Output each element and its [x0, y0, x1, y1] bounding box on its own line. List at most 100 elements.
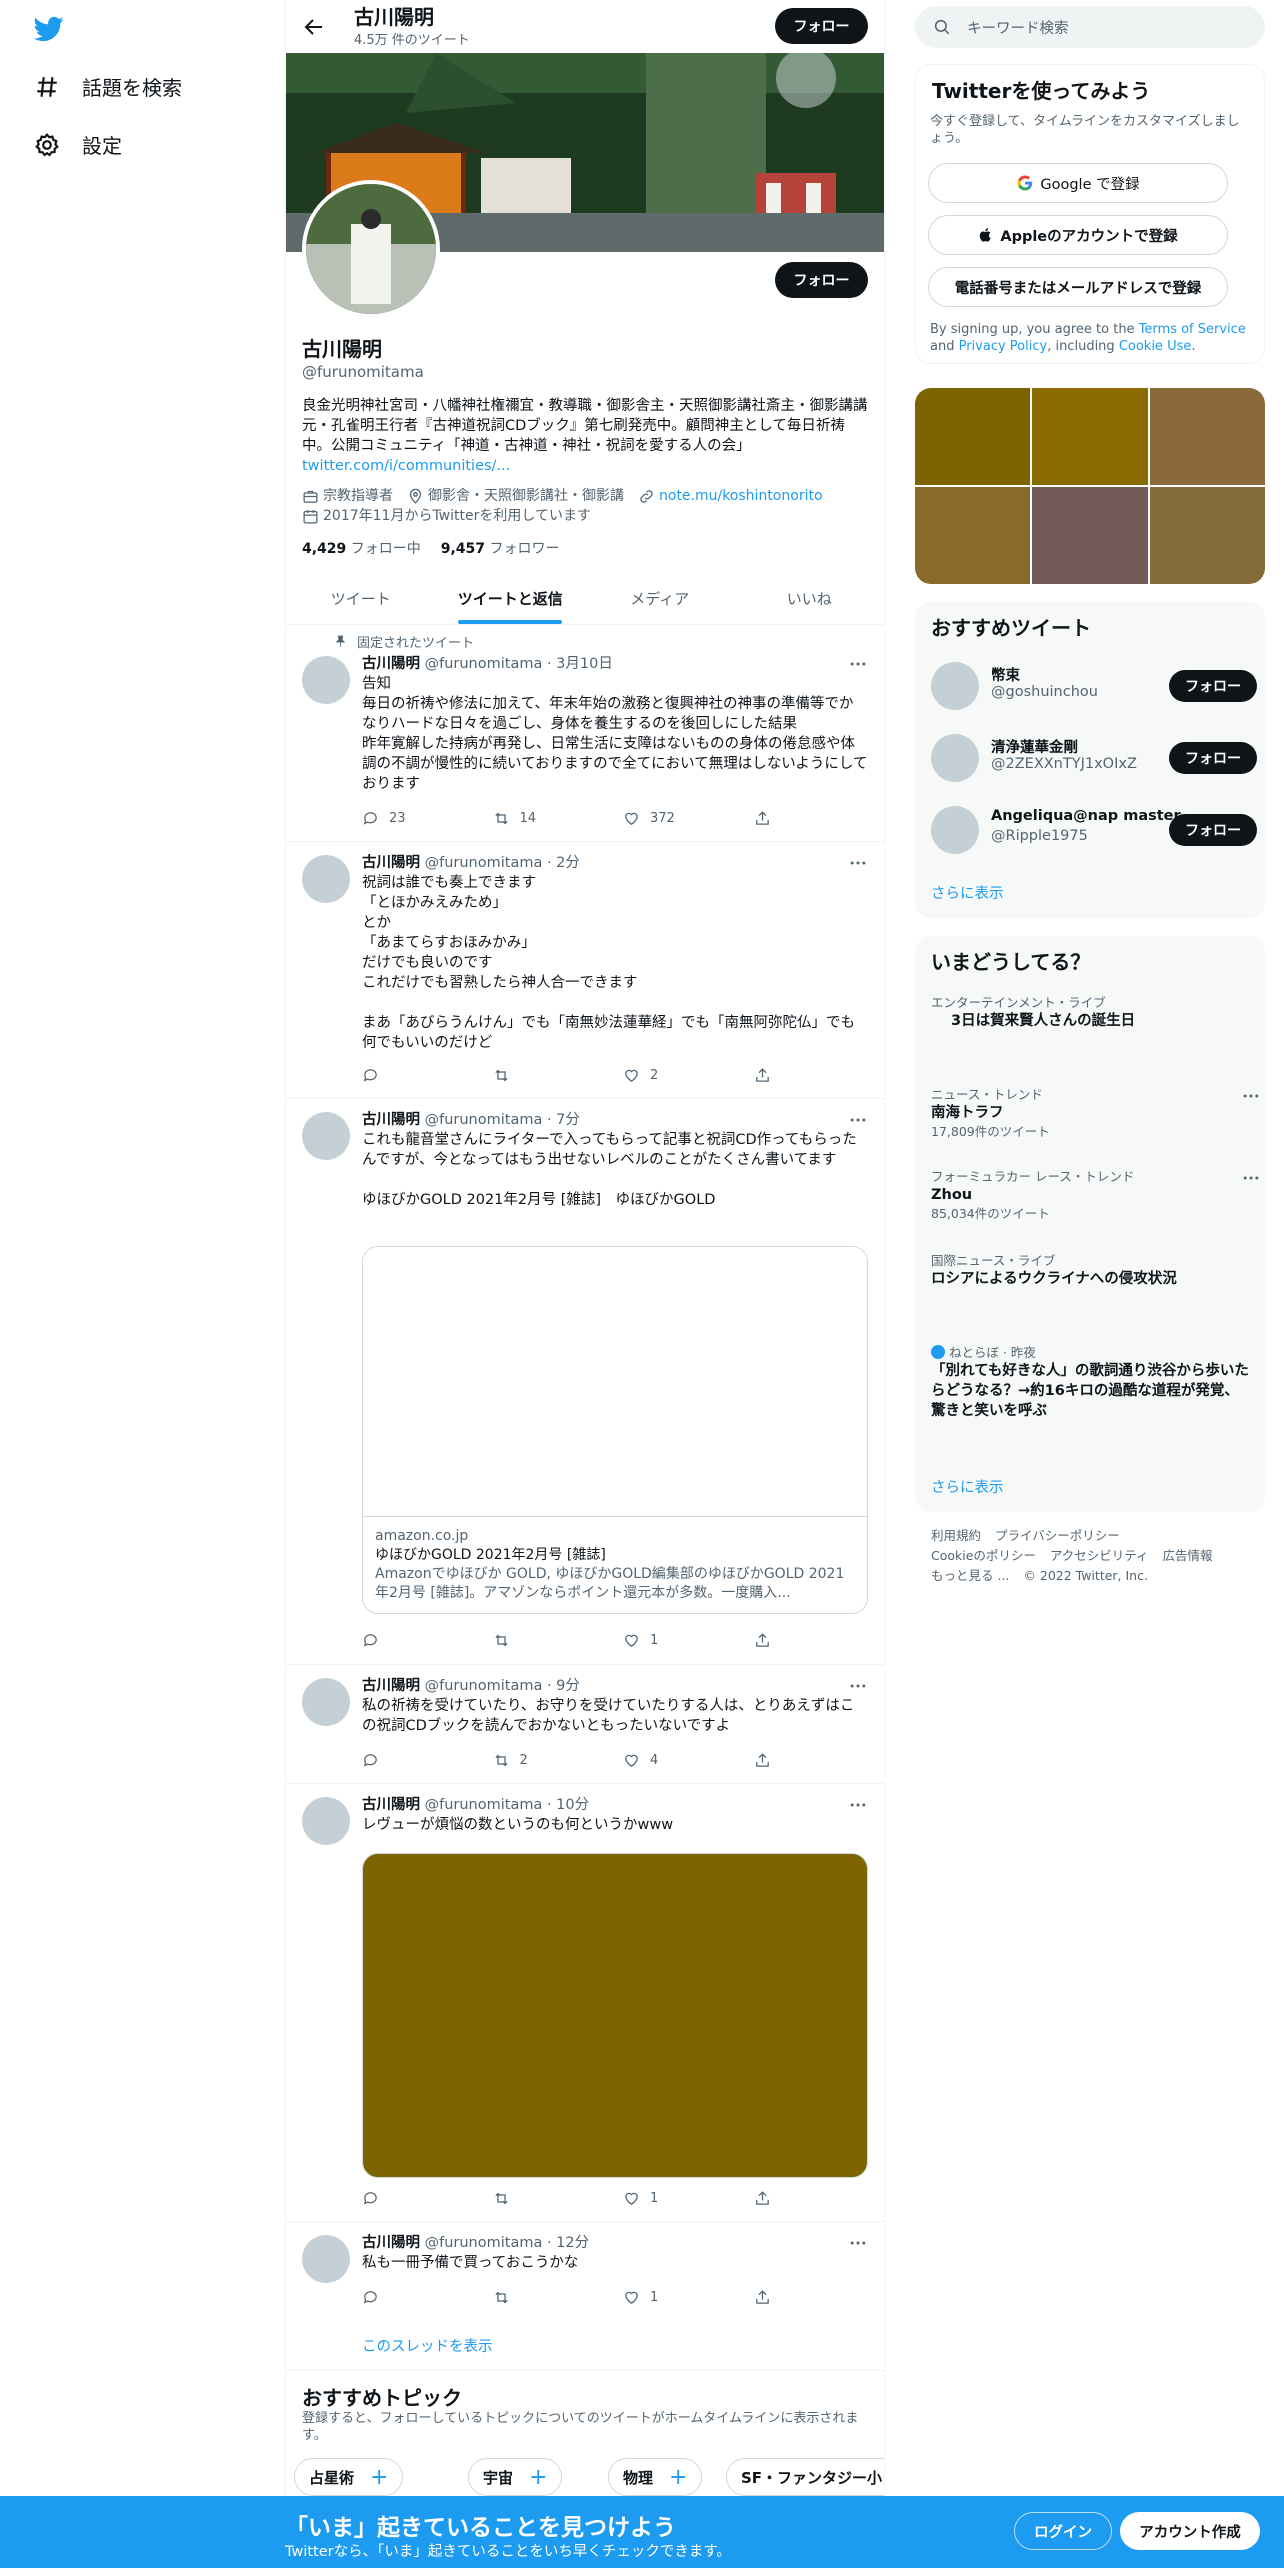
search-input[interactable]: キーワード検索 [915, 6, 1265, 48]
tweet-author-name[interactable]: 古川陽明 [362, 855, 420, 871]
like-button[interactable]: 1 [623, 2190, 754, 2207]
followers-stat[interactable]: 9,457 フォロワー [441, 538, 560, 558]
share-button[interactable] [754, 1632, 885, 1649]
recommended-account[interactable]: 幣束 @goshuinchou フォロー [931, 656, 1257, 716]
trend-item[interactable]: エンターテインメント・ライブ 3日は賀来賢人さんの誕生日 [931, 994, 1251, 1031]
profile-follow-button[interactable]: フォロー [775, 262, 868, 298]
tweet[interactable]: 古川陽明 @furunomitama · 10分 レヴューが煩悩の数というのも何… [286, 1785, 884, 2222]
nav-explore[interactable]: 話題を検索 [34, 72, 182, 101]
media-thumbnail[interactable] [915, 388, 1031, 485]
trend-item[interactable]: フォーミュラカー レース・トレンド Zhou 85,034件のツイート [931, 1168, 1259, 1222]
tweet[interactable]: 古川陽明 @furunomitama · 7分 これも龍音堂さんにライターで入っ… [286, 1100, 884, 1665]
media-thumbnail[interactable] [1032, 388, 1148, 485]
tweet[interactable]: 古川陽明 @furunomitama · 9分 私の祈祷を受けていたり、お守りを… [286, 1666, 884, 1784]
tweet-author-name[interactable]: 古川陽明 [362, 656, 420, 672]
create-account-button[interactable]: アカウント作成 [1120, 2512, 1260, 2550]
tab-tweets[interactable]: ツイート [286, 572, 436, 624]
recs-show-more-link[interactable]: さらに表示 [931, 882, 1004, 903]
media-thumbnail[interactable] [1032, 487, 1148, 584]
trend-item[interactable]: ねとらぼ · 昨夜 「別れても好きな人」の歌詞通り渋谷から歩いたらどうなる？→約… [931, 1344, 1251, 1421]
like-button[interactable]: 1 [623, 2289, 754, 2306]
reply-button[interactable] [362, 1067, 493, 1084]
link-card[interactable]: amazon.co.jp ゆほびかGOLD 2021年2月号 [雑誌] Amaz… [362, 1246, 868, 1614]
topic-chip[interactable]: 物理 + [608, 2458, 703, 2496]
reply-button[interactable] [362, 2289, 493, 2306]
reply-button[interactable] [362, 1632, 493, 1649]
login-button[interactable]: ログイン [1014, 2512, 1112, 2550]
nav-settings[interactable]: 設定 [34, 130, 122, 159]
tweet-avatar[interactable] [302, 1112, 350, 1160]
topic-chip[interactable]: SF・ファンタジー小 [726, 2458, 884, 2496]
more-options-icon[interactable] [1241, 1086, 1261, 1106]
google-signup-button[interactable]: Google で登録 [928, 163, 1228, 203]
topic-chip[interactable]: 宇宙 + [468, 2458, 563, 2496]
tweet-author-name[interactable]: 古川陽明 [362, 2235, 420, 2251]
retweet-button[interactable] [493, 1632, 624, 1649]
privacy-link[interactable]: Privacy Policy [959, 339, 1048, 354]
tweet-avatar[interactable] [302, 1678, 350, 1726]
terms-link[interactable]: Terms of Service [1139, 322, 1246, 337]
footer-accessibility-link[interactable]: アクセシビリティ [1050, 1548, 1149, 1563]
media-thumbnail[interactable] [915, 487, 1031, 584]
more-options-icon[interactable] [1241, 1168, 1261, 1188]
account-follow-button[interactable]: フォロー [1169, 742, 1257, 774]
retweet-button[interactable] [493, 1067, 624, 1084]
reply-button[interactable] [362, 1752, 493, 1769]
retweet-button[interactable] [493, 2289, 624, 2306]
show-thread-link[interactable]: このスレッドを表示 [362, 2335, 493, 2356]
share-button[interactable] [754, 1752, 885, 1769]
following-stat[interactable]: 4,429 フォロー中 [302, 538, 421, 558]
tweet-avatar[interactable] [302, 656, 350, 704]
footer-cookie-link[interactable]: Cookieのポリシー [931, 1548, 1036, 1563]
topic-chip[interactable]: 占星術 + [294, 2458, 404, 2496]
like-button[interactable]: 4 [623, 1752, 754, 1769]
trend-item[interactable]: ニュース・トレンド 南海トラフ 17,809件のツイート [931, 1086, 1259, 1140]
cookie-link[interactable]: Cookie Use [1119, 339, 1192, 354]
media-thumbnail[interactable] [1149, 388, 1265, 485]
phone-email-signup-button[interactable]: 電話番号またはメールアドレスで登録 [928, 267, 1228, 307]
footer-terms-link[interactable]: 利用規約 [931, 1528, 981, 1543]
recommended-account[interactable]: 清浄蓮華金剛 @2ZEXXnTYJ1xOIxZ フォロー [931, 728, 1257, 788]
tweet-author-name[interactable]: 古川陽明 [362, 1678, 420, 1694]
retweet-button[interactable]: 14 [493, 810, 624, 827]
retweet-button[interactable]: 2 [493, 1752, 624, 1769]
apple-signup-button[interactable]: Appleのアカウントで登録 [928, 215, 1228, 255]
recommended-account[interactable]: Angeliqua@nap master @Ripple1975 フォロー [931, 800, 1257, 860]
tweet[interactable]: 固定されたツイート 古川陽明 @furunomitama · 3月10日 告知 … [286, 626, 884, 842]
tweet-media-image[interactable] [362, 1853, 868, 2178]
footer-ads-link[interactable]: 広告情報 [1163, 1548, 1213, 1563]
twitter-logo-icon[interactable] [34, 14, 64, 44]
tweet-avatar[interactable] [302, 855, 350, 903]
trend-item[interactable]: 国際ニュース・ライブ ロシアによるウクライナへの侵攻状況 [931, 1252, 1251, 1289]
share-button[interactable] [754, 1067, 885, 1084]
account-follow-button[interactable]: フォロー [1169, 670, 1257, 702]
more-options-icon[interactable] [848, 853, 868, 873]
footer-privacy-link[interactable]: プライバシーポリシー [995, 1528, 1120, 1543]
retweet-button[interactable] [493, 2190, 624, 2207]
more-options-icon[interactable] [848, 1676, 868, 1696]
tab-media[interactable]: メディア [585, 572, 735, 624]
like-button[interactable]: 1 [623, 1632, 754, 1649]
more-options-icon[interactable] [848, 1110, 868, 1130]
share-button[interactable] [754, 2190, 885, 2207]
tab-tweets-and-replies[interactable]: ツイートと返信 [436, 572, 586, 624]
share-button[interactable] [754, 810, 885, 827]
like-button[interactable]: 2 [623, 1067, 754, 1084]
more-options-icon[interactable] [848, 2233, 868, 2253]
tweet-avatar[interactable] [302, 2235, 350, 2283]
share-button[interactable] [754, 2289, 885, 2306]
back-arrow-icon[interactable] [302, 15, 326, 39]
like-button[interactable]: 372 [623, 810, 754, 827]
more-options-icon[interactable] [848, 1795, 868, 1815]
profile-website-link[interactable]: note.mu/koshintonorito [659, 486, 823, 506]
profile-bio-link[interactable]: twitter.com/i/communities/... [302, 458, 510, 474]
reply-button[interactable]: 23 [362, 810, 493, 827]
tweet[interactable]: 古川陽明 @furunomitama · 2分 祝詞は誰でも奏上できます 「とほ… [286, 843, 884, 1099]
tweet[interactable]: 古川陽明 @furunomitama · 12分 私も一冊予備で買っておこうかな… [286, 2223, 884, 2371]
more-options-icon[interactable] [848, 654, 868, 674]
media-thumbnail[interactable] [1149, 487, 1265, 584]
tweet-author-name[interactable]: 古川陽明 [362, 1797, 420, 1813]
topbar-follow-button[interactable]: フォロー [775, 8, 868, 44]
tweet-author-name[interactable]: 古川陽明 [362, 1112, 420, 1128]
account-follow-button[interactable]: フォロー [1169, 814, 1257, 846]
